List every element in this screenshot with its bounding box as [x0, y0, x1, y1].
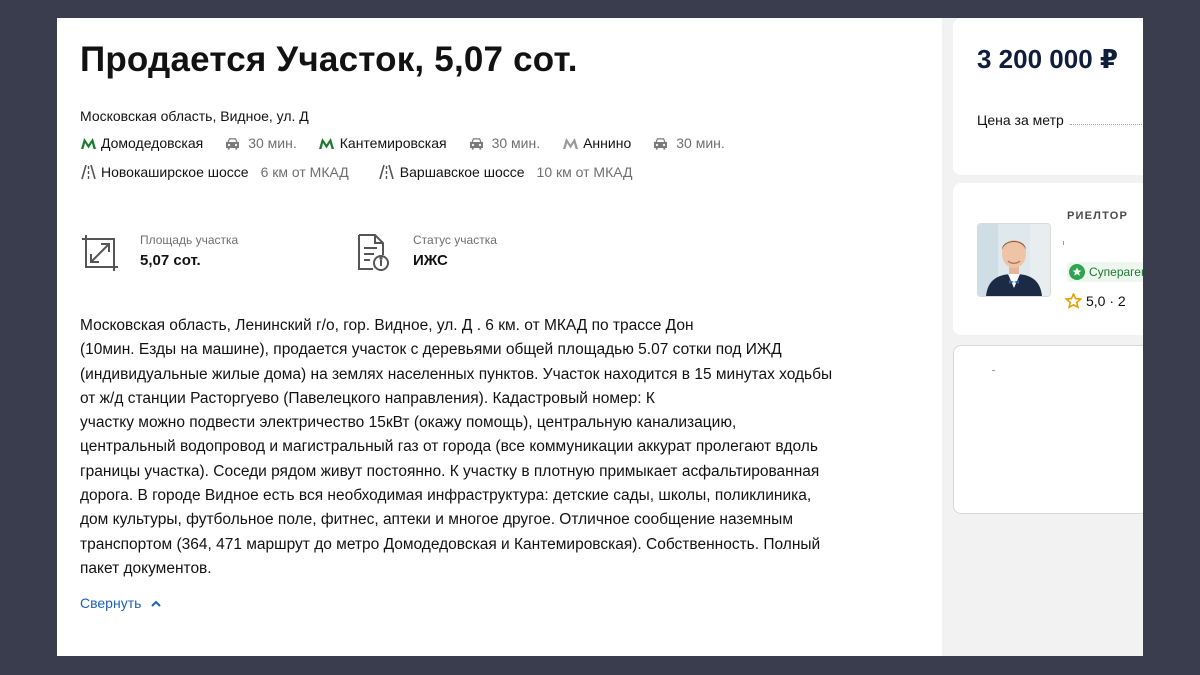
rating-value: 5,0 · 2	[1086, 293, 1126, 309]
metro-icon	[319, 135, 335, 151]
agent-card: РИЕЛТОР Суперагент	[953, 183, 1143, 335]
description-line: от ж/д станции Расторгуево (Павелецкого …	[80, 389, 655, 407]
price-per-meter-leader	[1070, 124, 1143, 125]
metro-station[interactable]: Аннино	[562, 135, 631, 151]
description: Московская область, Ленинский г/о, гор. …	[80, 314, 870, 581]
description-line: центральный водопровод и магистральный г…	[80, 438, 818, 456]
travel-time: 30 мин.	[469, 135, 541, 151]
agent-rating[interactable]: 5,0 · 2	[1065, 293, 1126, 309]
travel-time-value: 30 мин.	[491, 135, 541, 151]
feature-area: Площадь участка 5,07 сот.	[80, 231, 238, 273]
road-icon	[379, 164, 395, 180]
address[interactable]: Московская область, Видное, ул. Д	[80, 108, 309, 124]
document-status-icon	[353, 233, 393, 273]
contact-card	[953, 345, 1143, 514]
description-line: дом культуры, футбольное поле, фитнес, а…	[80, 511, 793, 529]
highway[interactable]: Новокаширское шоссе	[80, 164, 249, 180]
highway-distance: 10 км от МКАД	[536, 164, 633, 180]
feature-label: Статус участка	[413, 233, 497, 247]
area-icon	[80, 233, 120, 273]
highway[interactable]: Варшавское шоссе	[379, 164, 525, 180]
highway-distance: 6 км от МКАД	[260, 164, 349, 180]
feature-value: 5,07 сот.	[140, 252, 201, 269]
agent-role: РИЕЛТОР	[1067, 210, 1129, 222]
description-line: участку можно подвести электричество 15к…	[80, 414, 737, 432]
metro-icon	[562, 135, 578, 151]
metro-station[interactable]: Кантемировская	[319, 135, 447, 151]
badge-label: Суперагент	[1089, 265, 1143, 279]
metro-stations: Домодедовская 30 мин. Кантемировская 30 …	[80, 135, 747, 151]
feature-value: ИЖС	[413, 252, 448, 269]
feature-label: Площадь участка	[140, 233, 239, 247]
road-icon	[80, 164, 96, 180]
car-icon	[225, 137, 240, 150]
screen: Продается Участок, 5,07 сот. Московская …	[57, 18, 1143, 656]
metro-icon	[80, 135, 96, 151]
travel-time: 30 мин.	[653, 135, 725, 151]
description-line: пакет документов.	[80, 559, 212, 577]
metro-station-name: Аннино	[583, 135, 632, 151]
placeholder-mark	[992, 370, 995, 371]
description-line: (индивидуальные жилые дома) на землях на…	[80, 365, 833, 383]
collapse-button[interactable]: Свернуть	[80, 595, 162, 611]
price-card: 3 200 000 ₽ Цена за метр	[953, 18, 1143, 175]
feature-status: Статус участка ИЖС	[353, 231, 497, 273]
description-line: Московская область, Ленинский г/о, гор. …	[80, 317, 694, 334]
listing-card: Продается Участок, 5,07 сот. Московская …	[57, 18, 942, 656]
travel-time-value: 30 мин.	[248, 135, 297, 151]
car-icon	[653, 137, 668, 150]
avatar[interactable]	[977, 223, 1051, 297]
star-badge-icon	[1069, 264, 1085, 280]
super-agent-badge[interactable]: Суперагент	[1067, 262, 1143, 282]
chevron-up-icon	[151, 600, 162, 607]
description-line: дорога. В городе Видное есть вся необход…	[80, 487, 812, 505]
highway-name: Варшавское шоссе	[399, 164, 525, 180]
metro-station-name: Домодедовская	[101, 135, 204, 151]
metro-station[interactable]: Домодедовская	[80, 135, 203, 151]
car-icon	[469, 137, 484, 150]
agent-name-placeholder	[1063, 241, 1064, 245]
page-title: Продается Участок, 5,07 сот.	[80, 40, 578, 79]
star-icon	[1065, 293, 1082, 309]
travel-time-value: 30 мин.	[676, 135, 725, 151]
description-line: границы участка). Соседи рядом живут пос…	[80, 462, 820, 480]
travel-time: 30 мин.	[225, 135, 297, 151]
description-line: транспортом (364, 471 маршрут до метро Д…	[80, 535, 821, 553]
description-line: (10мин. Езды на машине), продается участ…	[80, 341, 782, 359]
price-per-meter-label: Цена за метр	[977, 112, 1064, 128]
collapse-label: Свернуть	[80, 595, 142, 611]
price: 3 200 000 ₽	[977, 44, 1118, 74]
metro-station-name: Кантемировская	[339, 135, 447, 151]
highway-name: Новокаширское шоссе	[101, 164, 249, 180]
highways: Новокаширское шоссе 6 км от МКАД Варшавс…	[80, 164, 663, 180]
